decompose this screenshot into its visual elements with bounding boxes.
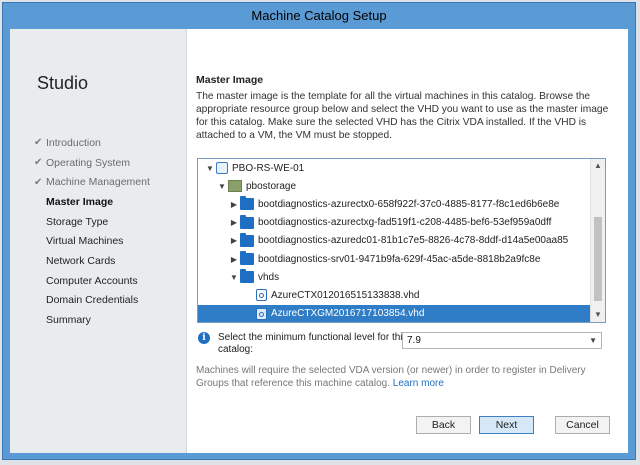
wizard-step[interactable]: Computer Accounts <box>34 271 150 291</box>
wizard-step-label: Computer Accounts <box>46 274 138 287</box>
wizard-steps: ✔ Introduction ✔ Operating System ✔ Machine M… <box>34 133 150 330</box>
back-button[interactable]: Back <box>416 416 471 434</box>
dialog-frame: Studio ✔ Introduction ✔ Operating System ✔ Ma… <box>10 29 628 453</box>
checkmark-icon: ✔ <box>34 157 43 169</box>
checkmark-icon: ✔ <box>34 176 43 188</box>
info-icon: i <box>198 332 210 344</box>
folder-icon <box>240 269 254 284</box>
page-title: Master Image <box>196 74 264 86</box>
cancel-button[interactable]: Cancel <box>555 416 610 434</box>
chevron-down-icon: ▼ <box>589 336 597 345</box>
tree-node[interactable]: ▼ pbostorage <box>198 177 590 195</box>
wizard-step-label: Introduction <box>46 136 101 149</box>
tree-node[interactable]: ▶ bootdiagnostics-srv01-9471b9fa-629f-45a… <box>198 250 590 268</box>
tree-node-label: bootdiagnostics-azurectxg-fad519f1-c208-… <box>258 217 552 229</box>
wizard-step-label: Virtual Machines <box>46 235 124 248</box>
tree-node-label: AzureCTX012016515133838.vhd <box>271 289 420 301</box>
expanded-arrow-icon[interactable]: ▼ <box>216 182 228 191</box>
vda-note: Machines will require the selected VDA v… <box>196 364 608 390</box>
tree-node-label: bootdiagnostics-azurectx0-658f922f-37c0-… <box>258 198 560 210</box>
tree-scrollbar[interactable]: ▲ ▼ <box>590 159 605 322</box>
wizard-step[interactable]: ✔ Introduction <box>34 133 150 153</box>
wizard-step[interactable]: Virtual Machines <box>34 231 150 251</box>
functional-level-label: Select the minimum functional level for … <box>218 332 408 355</box>
functional-level-value: 7.9 <box>407 335 421 346</box>
storage-account-icon <box>228 180 242 193</box>
wizard-step-label: Operating System <box>46 156 131 169</box>
folder-icon <box>240 251 254 266</box>
wizard-step-label: Summary <box>46 314 91 327</box>
master-image-tree[interactable]: ▼ PBO-RS-WE-01 ▼ pbostorage ▶ bootdiagnostics… <box>197 158 606 323</box>
collapsed-arrow-icon[interactable]: ▶ <box>228 255 240 264</box>
folder-icon <box>240 196 254 211</box>
tree-node[interactable]: ▶ bootdiagnostics-azuredc01-81b1c7e5-8826… <box>198 232 590 250</box>
product-name: Studio <box>37 73 89 93</box>
learn-more-link[interactable]: Learn more <box>393 378 444 389</box>
wizard-step-label: Storage Type <box>46 215 109 228</box>
functional-level-dropdown[interactable]: 7.9 ▼ <box>402 332 602 349</box>
tree-node[interactable]: ▼ vhds <box>198 268 590 286</box>
vda-note-text: Machines will require the selected VDA v… <box>196 365 586 389</box>
tree-node-label: bootdiagnostics-srv01-9471b9fa-629f-45ac… <box>258 253 541 265</box>
collapsed-arrow-icon[interactable]: ▶ <box>228 200 240 209</box>
checkmark-icon: ✔ <box>34 137 43 149</box>
tree-node[interactable]: ▶ bootdiagnostics-azurectx0-658f922f-37c0… <box>198 195 590 213</box>
collapsed-arrow-icon[interactable]: ▶ <box>228 236 240 245</box>
scroll-thumb[interactable] <box>594 217 602 301</box>
tree-node-label: vhds <box>258 271 280 283</box>
page-description: The master image is the template for all… <box>196 91 609 141</box>
wizard-step[interactable]: Summary <box>34 310 150 330</box>
folder-icon <box>240 214 254 229</box>
dialog-window: Machine Catalog Setup Studio ✔ Introducti… <box>2 2 636 460</box>
scroll-down-icon[interactable]: ▼ <box>591 308 605 322</box>
folder-icon <box>240 232 254 247</box>
collapsed-arrow-icon[interactable]: ▶ <box>228 218 240 227</box>
tree-rows: ▼ PBO-RS-WE-01 ▼ pbostorage ▶ bootdiagnostics… <box>198 159 590 322</box>
window-title: Machine Catalog Setup <box>251 8 387 23</box>
wizard-step[interactable]: Master Image <box>34 192 150 212</box>
expanded-arrow-icon[interactable]: ▼ <box>228 273 240 282</box>
tree-node[interactable]: ▶ bootdiagnostics-azurectxg-fad519f1-c208… <box>198 214 590 232</box>
tree-node-label: AzureCTXGM2016717103854.vhd <box>271 308 425 320</box>
tree-node-label: pbostorage <box>246 180 297 192</box>
wizard-step[interactable]: Network Cards <box>34 251 150 271</box>
tree-node[interactable]: AzureCTX012016515133838.vhd <box>198 286 590 304</box>
vhd-file-icon <box>256 289 267 302</box>
wizard-step-label: Domain Credentials <box>46 294 139 307</box>
wizard-step-label: Network Cards <box>46 254 116 267</box>
wizard-step[interactable]: ✔ Machine Management <box>34 172 150 192</box>
wizard-step[interactable]: Storage Type <box>34 212 150 232</box>
wizard-step[interactable]: ✔ Operating System <box>34 153 150 173</box>
resource-group-icon <box>216 162 228 175</box>
wizard-sidebar: Studio ✔ Introduction ✔ Operating System ✔ Ma… <box>10 29 187 453</box>
wizard-step[interactable]: Domain Credentials <box>34 291 150 311</box>
next-button[interactable]: Next <box>479 416 534 434</box>
tree-node[interactable]: ▼ PBO-RS-WE-01 <box>198 159 590 177</box>
scroll-up-icon[interactable]: ▲ <box>591 159 605 173</box>
vhd-file-icon <box>256 307 267 320</box>
wizard-content: Master Image The master image is the tem… <box>196 29 616 453</box>
wizard-step-label: Machine Management <box>46 176 150 189</box>
tree-node-label: PBO-RS-WE-01 <box>232 162 305 174</box>
tree-node-label: bootdiagnostics-azuredc01-81b1c7e5-8826-… <box>258 235 569 247</box>
tree-node[interactable]: AzureCTXGM2016717103854.vhd <box>198 304 590 322</box>
wizard-step-label: Master Image <box>46 195 114 208</box>
expanded-arrow-icon[interactable]: ▼ <box>204 164 216 173</box>
